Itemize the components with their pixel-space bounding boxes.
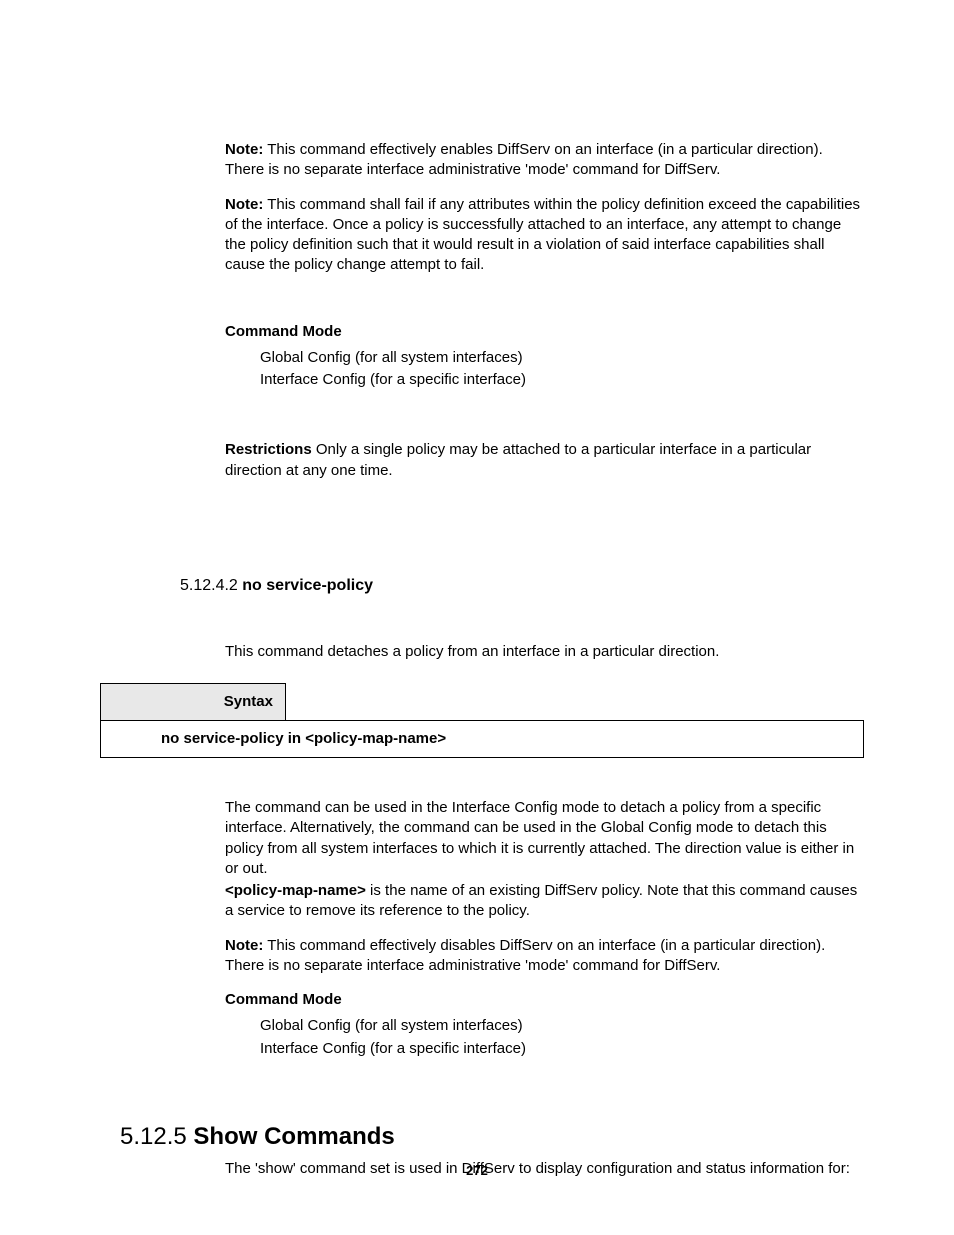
paragraph: The command can be used in the Interface… <box>225 798 864 879</box>
command-mode-list: Global Config (for all system interfaces… <box>260 1016 864 1059</box>
body-text-block: This command detaches a policy from an i… <box>225 642 864 662</box>
paragraph: <policy-map-name> is the name of an exis… <box>225 881 864 922</box>
section-heading-5-12-4-2: 5.12.4.2 no service-policy <box>180 575 864 597</box>
note-label: Note: <box>225 196 263 213</box>
note-text: This command effectively enables DiffSer… <box>225 141 823 178</box>
section-heading-wrap: 5.12.4.2 no service-policy <box>180 575 864 597</box>
note-text: This command effectively disables DiffSe… <box>225 937 825 974</box>
note-paragraph: Note: This command effectively enables D… <box>225 140 864 181</box>
syntax-label-cell: Syntax <box>101 683 286 720</box>
body-text-block: The command can be used in the Interface… <box>225 798 864 1010</box>
command-mode-item: Global Config (for all system interfaces… <box>260 348 864 368</box>
document-page: Note: This command effectively enables D… <box>0 0 954 1179</box>
note-label: Note: <box>225 141 263 158</box>
command-mode-heading: Command Mode <box>225 990 864 1010</box>
note-label: Note: <box>225 937 263 954</box>
note-paragraph: Note: This command shall fail if any att… <box>225 195 864 276</box>
section-title: no service-policy <box>242 577 373 594</box>
restrictions-paragraph: Restrictions Only a single policy may be… <box>225 440 864 481</box>
command-mode-heading: Command Mode <box>225 322 864 342</box>
note-paragraph: Note: This command effectively disables … <box>225 936 864 977</box>
syntax-blank-cell <box>286 683 864 720</box>
body-text-block: Restrictions Only a single policy may be… <box>225 392 864 481</box>
command-mode-item: Interface Config (for a specific interfa… <box>260 1039 864 1059</box>
command-mode-item: Interface Config (for a specific interfa… <box>260 370 864 390</box>
note-text: This command shall fail if any attribute… <box>225 196 860 274</box>
syntax-command-cell: no service-policy in <policy-map-name> <box>101 720 864 757</box>
section-heading-5-12-5: 5.12.5 Show Commands <box>120 1121 864 1153</box>
section-title: Show Commands <box>193 1123 394 1150</box>
syntax-table: Syntax no service-policy in <policy-map-… <box>100 683 864 759</box>
restrictions-label: Restrictions <box>225 441 312 458</box>
command-mode-item: Global Config (for all system interfaces… <box>260 1016 864 1036</box>
section-heading-wrap: 5.12.5 Show Commands <box>120 1121 864 1153</box>
section-intro: This command detaches a policy from an i… <box>225 642 864 662</box>
policy-map-name-label: <policy-map-name> <box>225 882 366 899</box>
body-text-block: Note: This command effectively enables D… <box>225 140 864 342</box>
section-number: 5.12.4.2 <box>180 577 242 594</box>
restrictions-text: Only a single policy may be attached to … <box>225 441 811 478</box>
section-number: 5.12.5 <box>120 1123 193 1150</box>
page-number: 272 <box>0 1162 954 1180</box>
command-mode-list: Global Config (for all system interfaces… <box>260 348 864 391</box>
